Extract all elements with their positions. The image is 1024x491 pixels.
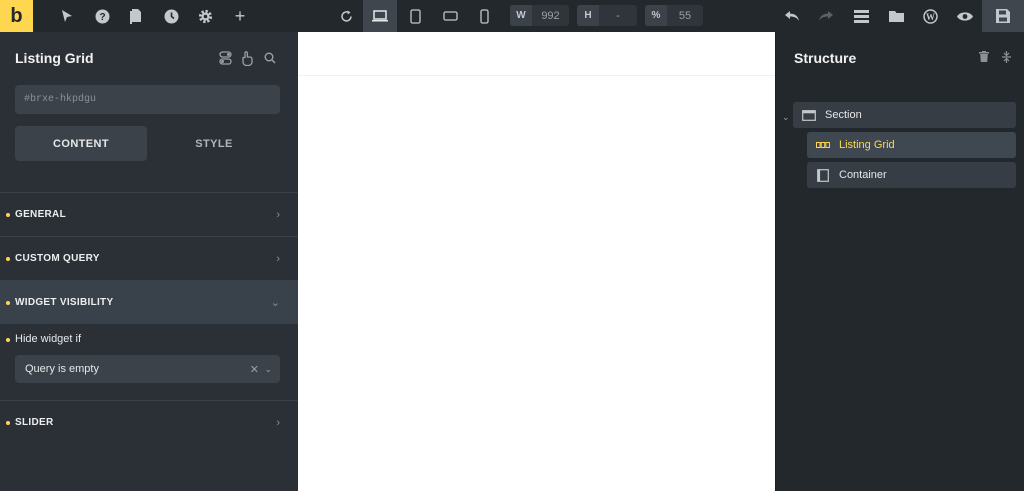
save-disk-icon (996, 9, 1010, 23)
section-widget-visibility[interactable]: WIDGET VISIBILITY ⌄ (0, 280, 298, 324)
chevron-right-icon: › (276, 416, 280, 429)
top-toolbar: b ? + W 992 H - % 55 W (0, 0, 1024, 32)
tab-content[interactable]: CONTENT (15, 126, 147, 161)
width-label: W (510, 5, 532, 26)
section-custom-query[interactable]: CUSTOM QUERY › (0, 236, 298, 280)
section-slider[interactable]: SLIDER › (0, 400, 298, 444)
preview-eye-icon[interactable] (949, 0, 981, 32)
search-icon[interactable] (263, 50, 277, 66)
chevron-right-icon: › (276, 252, 280, 265)
structure-panel: Structure ⌄ Section Listing Grid Contain… (775, 32, 1024, 491)
element-id-field[interactable]: #brxe-hkpdgu (15, 85, 280, 114)
structure-panel-icon[interactable] (845, 0, 877, 32)
pages-icon[interactable] (120, 0, 152, 32)
section-icon (802, 109, 816, 121)
zoom-label: % (645, 5, 667, 26)
width-value[interactable]: 992 (532, 10, 569, 22)
section-label: WIDGET VISIBILITY (15, 297, 114, 308)
structure-title: Structure (794, 50, 857, 66)
help-icon[interactable]: ? (86, 0, 118, 32)
tree-item-listing-grid[interactable]: Listing Grid (807, 132, 1016, 158)
modified-dot (6, 420, 10, 425)
refresh-icon[interactable] (330, 0, 362, 32)
modified-dot (6, 256, 10, 261)
svg-text:W: W (926, 12, 935, 22)
bricks-logo[interactable]: b (0, 0, 33, 32)
element-settings-panel: Listing Grid #brxe-hkpdgu CONTENT STYLE … (0, 32, 298, 491)
tree-item-label: Section (825, 109, 862, 121)
select-element-icon[interactable] (51, 0, 83, 32)
chevron-down-icon[interactable]: ⌄ (782, 112, 790, 123)
container-icon (816, 168, 830, 182)
mobile-portrait-icon[interactable] (468, 0, 500, 32)
hide-widget-if-label: Hide widget if (15, 333, 82, 345)
clear-icon[interactable]: ✕ (250, 363, 259, 376)
chevron-down-icon: ⌄ (270, 297, 280, 309)
modified-dot (6, 338, 10, 342)
tree-item-container[interactable]: Container (807, 162, 1016, 188)
svg-text:?: ? (99, 12, 105, 23)
mobile-landscape-icon[interactable] (434, 0, 466, 32)
save-button[interactable] (982, 0, 1024, 32)
collapse-all-icon[interactable] (1002, 51, 1011, 66)
folder-icon[interactable] (880, 0, 912, 32)
height-field[interactable]: H - (577, 5, 637, 26)
tablet-portrait-icon[interactable] (399, 0, 431, 32)
canvas-divider (298, 75, 775, 76)
redo-icon[interactable] (810, 0, 842, 32)
section-label: SLIDER (15, 417, 54, 428)
tree-item-section[interactable]: Section (793, 102, 1016, 128)
settings-gear-icon[interactable] (189, 0, 221, 32)
desktop-breakpoint-icon[interactable] (363, 0, 397, 32)
height-value[interactable]: - (599, 10, 637, 22)
section-label: CUSTOM QUERY (15, 253, 100, 264)
section-general[interactable]: GENERAL › (0, 192, 298, 236)
zoom-value[interactable]: 55 (667, 10, 703, 22)
tab-style[interactable]: STYLE (148, 126, 280, 161)
pointer-hand-icon[interactable] (240, 50, 254, 66)
modified-dot (6, 212, 10, 217)
toggle-icon[interactable] (218, 50, 232, 66)
height-label: H (577, 5, 599, 26)
tree-item-label: Listing Grid (839, 139, 895, 151)
zoom-field[interactable]: % 55 (645, 5, 703, 26)
chevron-right-icon: › (276, 208, 280, 221)
section-label: GENERAL (15, 209, 66, 220)
trash-icon[interactable] (979, 51, 989, 65)
listing-grid-icon (816, 139, 830, 151)
chevron-down-icon[interactable]: ⌄ (264, 364, 272, 375)
panel-title: Listing Grid (15, 50, 94, 66)
builder-canvas[interactable] (298, 32, 775, 491)
tree-item-label: Container (839, 169, 887, 181)
undo-icon[interactable] (776, 0, 808, 32)
wordpress-icon[interactable]: W (914, 0, 946, 32)
history-icon[interactable] (155, 0, 187, 32)
modified-dot (6, 300, 10, 305)
select-value: Query is empty (25, 363, 99, 375)
hide-widget-if-select[interactable]: Query is empty ✕ ⌄ (15, 355, 280, 383)
width-field[interactable]: W 992 (510, 5, 569, 26)
add-element-icon[interactable]: + (224, 0, 256, 32)
